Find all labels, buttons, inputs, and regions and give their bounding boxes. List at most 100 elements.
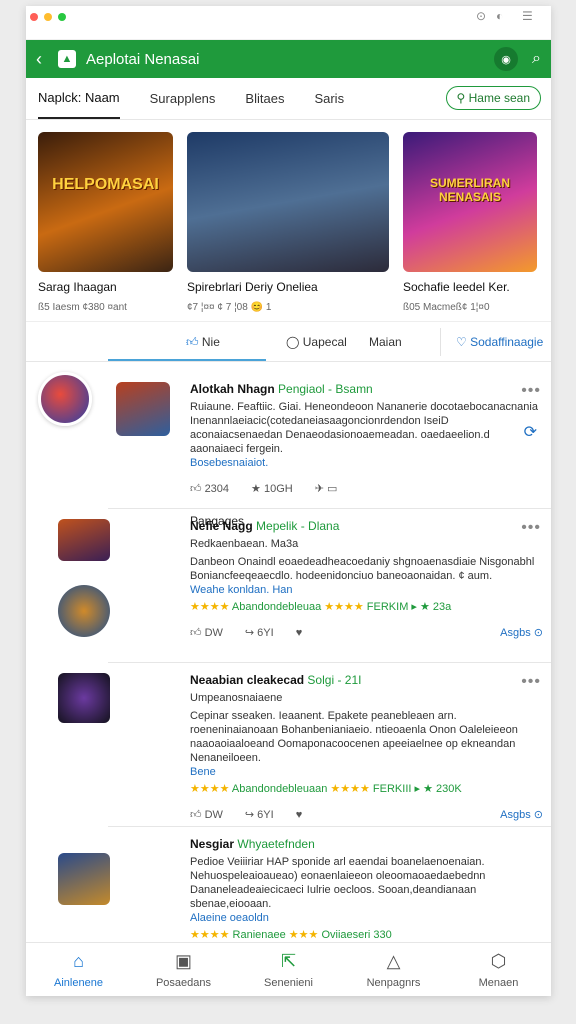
post-4-header: Nesgiar Whyaetefnden xyxy=(190,837,543,851)
notification-icon[interactable]: ◉ xyxy=(494,47,519,71)
post-2-bookmark-icon[interactable]: ♥ xyxy=(296,626,303,640)
post-3-bookmark-icon[interactable]: ♥ xyxy=(296,808,303,822)
post-3-more-link-label: Asgbs xyxy=(500,809,531,821)
filter-chip-label: Hame sean xyxy=(468,91,530,105)
featured-image-3[interactable]: SUMERLIRAN NENASAIS xyxy=(403,132,537,272)
featured-image-2[interactable] xyxy=(187,132,389,272)
post-3-actions: 👍︎ DW ↪ 6YI ♥ Asgbs ⊙ xyxy=(190,808,543,822)
post-3-author[interactable]: Neaabian cleakecad xyxy=(190,673,304,687)
tab-3[interactable]: Blitaes xyxy=(245,79,284,118)
more-options-icon[interactable]: ••• xyxy=(521,382,541,400)
back-icon[interactable]: ‹ xyxy=(36,49,50,70)
center-filter[interactable]: ◯ Uapecal xyxy=(286,335,347,349)
chrome-menu-icon[interactable]: ☰ xyxy=(522,9,533,23)
post-3-more-link[interactable]: Asgbs ⊙ xyxy=(500,808,543,822)
post-3-rating-row: ★★★★ Abandondebleuaan ★★★★ FERKIII ▸ ★ 2… xyxy=(190,782,543,796)
inbox-icon: ▣ xyxy=(174,951,192,971)
post-3-link[interactable]: Bene xyxy=(190,765,543,779)
top-tabs: Naplck: Naam Surapplens Blitaes Saris ⚲ … xyxy=(26,78,551,120)
post-2-rating2: FERKIM ▸ xyxy=(366,601,417,613)
featured-sub-2-text: ¢7 ¦¤¤ ¢ 7 ¦08 xyxy=(187,302,248,313)
post-1-like[interactable]: 👍︎ 2304 xyxy=(190,482,229,496)
nav-messages-label: Nenpagnrs xyxy=(366,977,421,989)
post-1-thumbnail[interactable] xyxy=(116,382,170,436)
featured-image-1[interactable]: HELPOMASAI xyxy=(38,132,173,272)
featured-badge-2: 😊 1 xyxy=(250,302,272,313)
bell-icon: △ xyxy=(386,951,401,971)
tab-2[interactable]: Surapplens xyxy=(150,79,216,118)
share-icon: ⇱ xyxy=(280,951,297,971)
post-3-rating2: FERKIII ▸ xyxy=(372,783,421,795)
post-4-link[interactable]: Alaeine oeaoldn xyxy=(190,911,543,925)
post-1-author[interactable]: Alotkah Nhagn xyxy=(190,382,275,396)
featured-name-1: Sarag Ihaagan xyxy=(38,280,117,294)
post-2-score: ★ 23a xyxy=(420,601,452,613)
post-2-more-link[interactable]: Asgbs ⊙ xyxy=(500,626,543,640)
post-3-stars: ★★★★ xyxy=(190,783,230,795)
close-window-button[interactable] xyxy=(30,13,38,21)
post-3-share-count: 6YI xyxy=(257,809,274,821)
featured-card-2[interactable]: Spirebrlari Deriy Oneliea ¢7 ¦¤¤ ¢ 7 ¦08… xyxy=(187,132,389,321)
post-4-stars-b: ★★★ xyxy=(288,929,319,941)
post-2-link[interactable]: Weahe konldan. Han xyxy=(190,583,543,597)
right-filter[interactable]: Maian xyxy=(369,335,402,349)
active-filter-underline xyxy=(108,359,266,361)
post-4-side-thumbnail[interactable] xyxy=(58,853,110,905)
post-4-text: Pedioe Veiiiriar HAP sponide arl eaendai… xyxy=(190,856,486,910)
user-avatar[interactable] xyxy=(38,372,92,426)
search-icon[interactable]: ⌕ xyxy=(532,50,541,68)
nav-share-label: Senenieni xyxy=(264,977,313,989)
post-1-like-count: 2304 xyxy=(204,483,230,495)
post-3-text: Cepinar sseaken. Ieaanent. Epakete peane… xyxy=(190,710,518,764)
chrome-icon-1[interactable]: ⊙ xyxy=(476,9,486,23)
post-4-rating: Ranienaee xyxy=(232,929,286,941)
post-4-author[interactable]: Nesgiar xyxy=(190,837,234,851)
minimize-window-button[interactable] xyxy=(44,13,52,21)
nav-share[interactable]: ⇱ Senenieni xyxy=(236,943,341,996)
nav-home-label: Ainlenene xyxy=(54,977,103,989)
post-3-share[interactable]: ↪ 6YI xyxy=(245,808,274,822)
featured-card-1[interactable]: HELPOMASAI Sarag Ihaagan ß5 Iaesm ¢380 ¤… xyxy=(38,132,173,321)
maximize-window-button[interactable] xyxy=(58,13,66,21)
post-3-sub: Umpeanosnaiaene xyxy=(190,692,283,704)
featured-card-3[interactable]: SUMERLIRAN NENASAIS Sochafie leedel Ker.… xyxy=(403,132,537,321)
post-4-stars: ★★★★ xyxy=(190,929,230,941)
more-options-icon[interactable]: ••• xyxy=(521,519,541,537)
post-2-side-thumbnail[interactable] xyxy=(58,519,110,561)
featured-art-text-3: SUMERLIRAN NENASAIS xyxy=(430,176,510,204)
post-2-like-count: DW xyxy=(204,627,223,639)
nav-menu[interactable]: ⬡ Menaen xyxy=(446,943,551,996)
post-3-like[interactable]: 👍︎ DW xyxy=(190,808,223,822)
post-1-star[interactable]: ★ 10GH xyxy=(251,482,293,496)
post-1-link[interactable]: Bosebesnaiaiot. xyxy=(190,456,543,470)
post-4-rating2: Oviiaeseri xyxy=(321,929,371,941)
action-filter[interactable]: ♡ Sodaffinaagie xyxy=(456,335,543,349)
post-3-score: ★ 230K xyxy=(423,783,462,795)
nav-home[interactable]: ⌂ Ainlenene xyxy=(26,943,131,996)
tab-1[interactable]: Naplck: Naam xyxy=(38,78,120,119)
nav-menu-label: Menaen xyxy=(478,977,519,989)
post-3-side-thumbnail[interactable] xyxy=(58,673,110,723)
filter-chip[interactable]: ⚲ Hame sean xyxy=(445,86,541,110)
bottom-nav: ⌂ Ainlenene ▣ Posaedans ⇱ Senenieni △ Nenpag… xyxy=(26,942,551,996)
nav-messages[interactable]: △ Nenpagnrs xyxy=(341,943,446,996)
post-1-share[interactable]: ✈ ‌⁠▭ xyxy=(315,482,338,496)
app-title: Aeplotai Nenasai xyxy=(86,50,200,68)
post-3-body: Neaabian cleakecad Solgi - 21I Umpeanosn… xyxy=(190,673,543,822)
nav-posts[interactable]: ▣ Posaedans xyxy=(131,943,236,996)
post-1-header: Alotkah Nhagn Pengiaol - Bsamn xyxy=(190,382,543,396)
post-2-author[interactable]: Nefie Nagg xyxy=(190,519,253,533)
app-bar: ‹ ▲ Aeplotai Nenasai ◉ ⌕ xyxy=(26,40,551,78)
post-1-tag: Pengiaol - Bsamn xyxy=(278,382,373,396)
like-filter[interactable]: 👍︎ Nie xyxy=(186,335,220,350)
post-2-avatar[interactable] xyxy=(58,585,110,637)
post-2-like[interactable]: 👍︎ DW xyxy=(190,626,223,640)
profile-icon: ⬡ xyxy=(490,951,507,971)
post-2-share[interactable]: ↪ 6YI xyxy=(245,626,274,640)
post-2-header: Nefie Nagg Mepelik - Dlana xyxy=(190,519,543,533)
tab-4[interactable]: Saris xyxy=(314,79,344,118)
link-icon[interactable]: ⟳ xyxy=(524,422,537,442)
chrome-icon-2[interactable]: ◐ xyxy=(496,9,503,23)
more-options-icon[interactable]: ••• xyxy=(521,673,541,691)
post-1-body: Alotkah Nhagn Pengiaol - Bsamn Ruiaune. … xyxy=(190,382,543,528)
